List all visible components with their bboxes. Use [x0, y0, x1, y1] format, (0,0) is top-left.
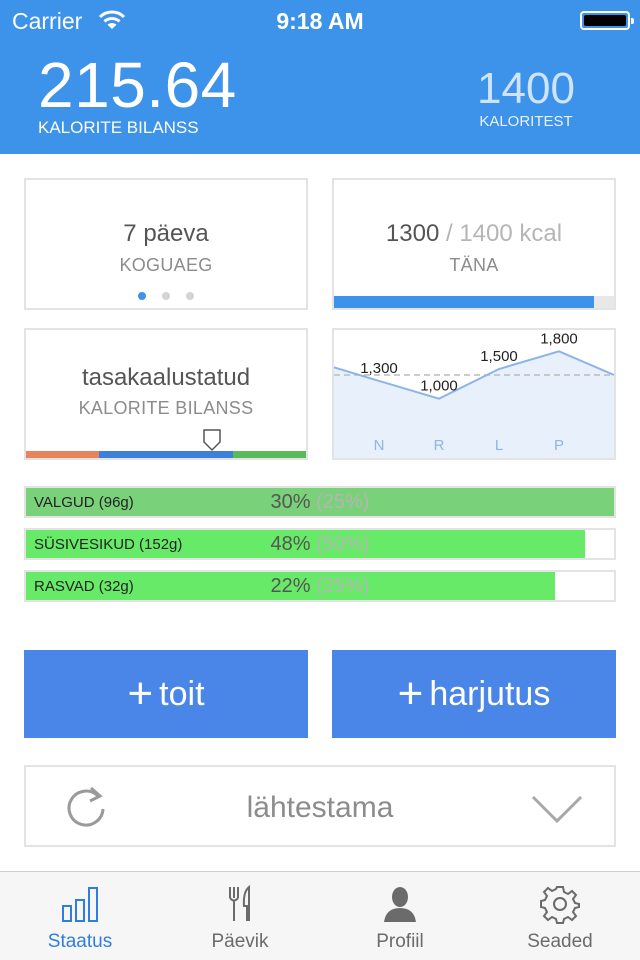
- trend-data-label: 1,500: [480, 348, 518, 365]
- calorie-balance-value: 215.64: [38, 49, 237, 121]
- today-goal: 1400 kcal: [459, 220, 563, 247]
- today-separator: /: [445, 220, 453, 247]
- trend-data-label: 1,000: [420, 378, 458, 395]
- add-exercise-label: harjutus: [429, 675, 551, 713]
- status-bar: Carrier 9:18 AM: [0, 0, 640, 40]
- clock: 9:18 AM: [276, 8, 364, 34]
- add-food-label: toit: [159, 675, 205, 713]
- macro-percent: 30% (25%): [270, 491, 370, 513]
- trend-data-label: 1,800: [540, 330, 578, 347]
- calorie-limit-value: 1400: [477, 64, 575, 113]
- gear-icon: [540, 886, 580, 924]
- reset-label: lähtestama: [246, 791, 394, 824]
- tab-label: Staatus: [47, 931, 113, 952]
- today-progress-bar: [334, 296, 614, 308]
- trend-x-tick: N: [374, 437, 385, 454]
- fork-knife-icon: [229, 884, 250, 921]
- balance-scale-mid: [98, 451, 234, 458]
- trend-chart-card[interactable]: 1,300 N 1,000 R 1,500 L 1,800 P: [332, 328, 616, 460]
- page-dot[interactable]: [138, 292, 146, 300]
- today-consumed: 1300: [385, 220, 440, 247]
- balance-scale-high: [233, 451, 306, 458]
- trend-x-tick: R: [434, 437, 445, 454]
- duration-label: KOGUAEG: [119, 255, 213, 275]
- tab-status[interactable]: Staatus: [0, 872, 160, 960]
- macro-percent: 22% (25%): [270, 575, 370, 597]
- calorie-balance-label: KALORITE BILANSS: [38, 118, 199, 137]
- balance-scale: [26, 451, 306, 458]
- macro-bar-protein[interactable]: VALGUD (96g) 30% (25%): [24, 486, 616, 518]
- add-exercise-button[interactable]: + harjutus: [332, 650, 616, 738]
- macro-percent: 48% (50%): [270, 533, 370, 555]
- tab-label: Profiil: [376, 931, 424, 952]
- reset-row[interactable]: lähtestama: [24, 765, 616, 847]
- macro-bar-carbs[interactable]: SÜSIVESIKUD (152g) 48% (50%): [24, 528, 616, 560]
- page-indicator[interactable]: [26, 292, 306, 300]
- trend-data-label: 1,300: [360, 360, 398, 377]
- tab-settings[interactable]: Seaded: [480, 872, 640, 960]
- trend-x-tick: L: [495, 437, 503, 454]
- balance-card[interactable]: tasakaalustatud KALORITE BILANSS: [24, 328, 308, 460]
- add-food-button[interactable]: + toit: [24, 650, 308, 738]
- header-bar: Carrier 9:18 AM 215.64 KALORITE BILANSS …: [0, 0, 640, 154]
- today-progress-fill: [334, 296, 595, 308]
- trend-line-chart: 1,300 N 1,000 R 1,500 L 1,800 P: [334, 330, 614, 458]
- plus-icon: +: [127, 669, 154, 718]
- page-dot[interactable]: [162, 292, 170, 300]
- today-label: TÄNA: [449, 255, 499, 275]
- macro-bar-fat[interactable]: RASVAD (32g) 22% (25%): [24, 570, 616, 602]
- person-icon: [384, 887, 416, 922]
- tab-label: Seaded: [527, 931, 593, 952]
- duration-value: 7 päeva: [123, 220, 209, 247]
- balance-status: tasakaalustatud: [81, 364, 251, 391]
- plus-icon: +: [397, 669, 424, 718]
- balance-scale-low: [26, 451, 99, 458]
- today-card[interactable]: 1300 / 1400 kcal TÄNA: [332, 178, 616, 310]
- tab-label: Päevik: [211, 931, 269, 952]
- tab-diary[interactable]: Päevik: [160, 872, 320, 960]
- page-dot[interactable]: [186, 292, 194, 300]
- trend-x-tick: P: [554, 437, 564, 454]
- balance-marker-icon: [203, 429, 221, 452]
- bar-chart-icon: [62, 887, 98, 922]
- chevron-down-icon[interactable]: [530, 793, 584, 825]
- battery-icon: [580, 11, 634, 30]
- balance-label: KALORITE BILANSS: [78, 398, 254, 418]
- tab-bar: Staatus Päevik Profiil Seaded: [0, 871, 640, 960]
- today-calories: 1300 / 1400 kcal: [334, 220, 614, 248]
- duration-card[interactable]: 7 päeva KOGUAEG: [24, 178, 308, 310]
- calorie-limit-label: KALORITEST: [479, 113, 573, 130]
- tab-profile[interactable]: Profiil: [320, 872, 480, 960]
